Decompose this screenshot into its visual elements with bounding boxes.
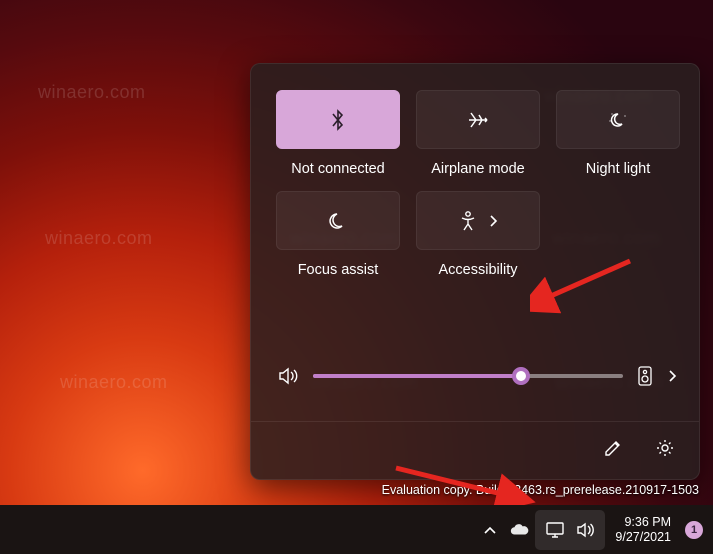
tile-night-light: Night light [557, 90, 679, 177]
tile-bluetooth: Not connected [277, 90, 399, 177]
chevron-right-icon [488, 214, 498, 228]
quick-settings-flyout: Not connected Airplane mode [250, 63, 700, 480]
taskbar-time: 9:36 PM [624, 515, 671, 529]
volume-row [277, 356, 677, 396]
night-light-label: Night light [586, 161, 650, 177]
quick-settings-tiles: Not connected Airplane mode [277, 90, 679, 278]
notification-badge[interactable]: 1 [685, 521, 703, 539]
taskbar: 9:36 PM 9/27/2021 1 [0, 505, 713, 554]
pencil-icon [603, 438, 623, 458]
bluetooth-toggle[interactable] [276, 90, 400, 149]
audio-output-icon[interactable] [637, 365, 653, 387]
taskbar-clock[interactable]: 9:36 PM 9/27/2021 [611, 515, 675, 544]
accessibility-label: Accessibility [439, 262, 518, 278]
airplane-mode-toggle[interactable] [416, 90, 540, 149]
tile-accessibility: Accessibility [417, 191, 539, 278]
accessibility-button[interactable] [416, 191, 540, 250]
chevron-up-icon [483, 525, 497, 535]
watermark: winaero.com [38, 82, 146, 103]
divider [251, 421, 699, 422]
focus-assist-toggle[interactable] [276, 191, 400, 250]
slider-fill [313, 374, 521, 378]
volume-icon [277, 366, 299, 386]
open-settings-button[interactable] [651, 434, 679, 462]
volume-tray-icon [575, 521, 595, 539]
volume-slider[interactable] [313, 366, 623, 386]
evaluation-watermark: Evaluation copy. Build 22463.rs_prerelea… [382, 483, 699, 497]
edit-quick-settings-button[interactable] [599, 434, 627, 462]
watermark: winaero.com [60, 372, 168, 393]
chevron-right-icon[interactable] [667, 369, 677, 383]
watermark: winaero.com [45, 228, 153, 249]
slider-thumb[interactable] [512, 367, 530, 385]
bluetooth-icon [328, 107, 348, 133]
accessibility-icon [458, 210, 478, 232]
moon-icon [327, 210, 349, 232]
night-light-toggle[interactable] [556, 90, 680, 149]
night-light-icon [606, 109, 630, 131]
monitor-icon [545, 521, 565, 539]
tile-focus-assist: Focus assist [277, 191, 399, 278]
tile-airplane: Airplane mode [417, 90, 539, 177]
tray-overflow-button[interactable] [477, 515, 503, 545]
gear-icon [655, 438, 675, 458]
onedrive-tray-icon[interactable] [509, 520, 529, 540]
focus-assist-label: Focus assist [298, 262, 379, 278]
taskbar-date: 9/27/2021 [615, 530, 671, 544]
bluetooth-label: Not connected [291, 161, 385, 177]
airplane-label: Airplane mode [431, 161, 525, 177]
desktop-wallpaper: winaero.com winaero.com winaero.com wina… [0, 0, 713, 554]
system-tray-group[interactable] [535, 510, 605, 550]
flyout-footer [599, 434, 679, 462]
airplane-icon [466, 109, 490, 131]
